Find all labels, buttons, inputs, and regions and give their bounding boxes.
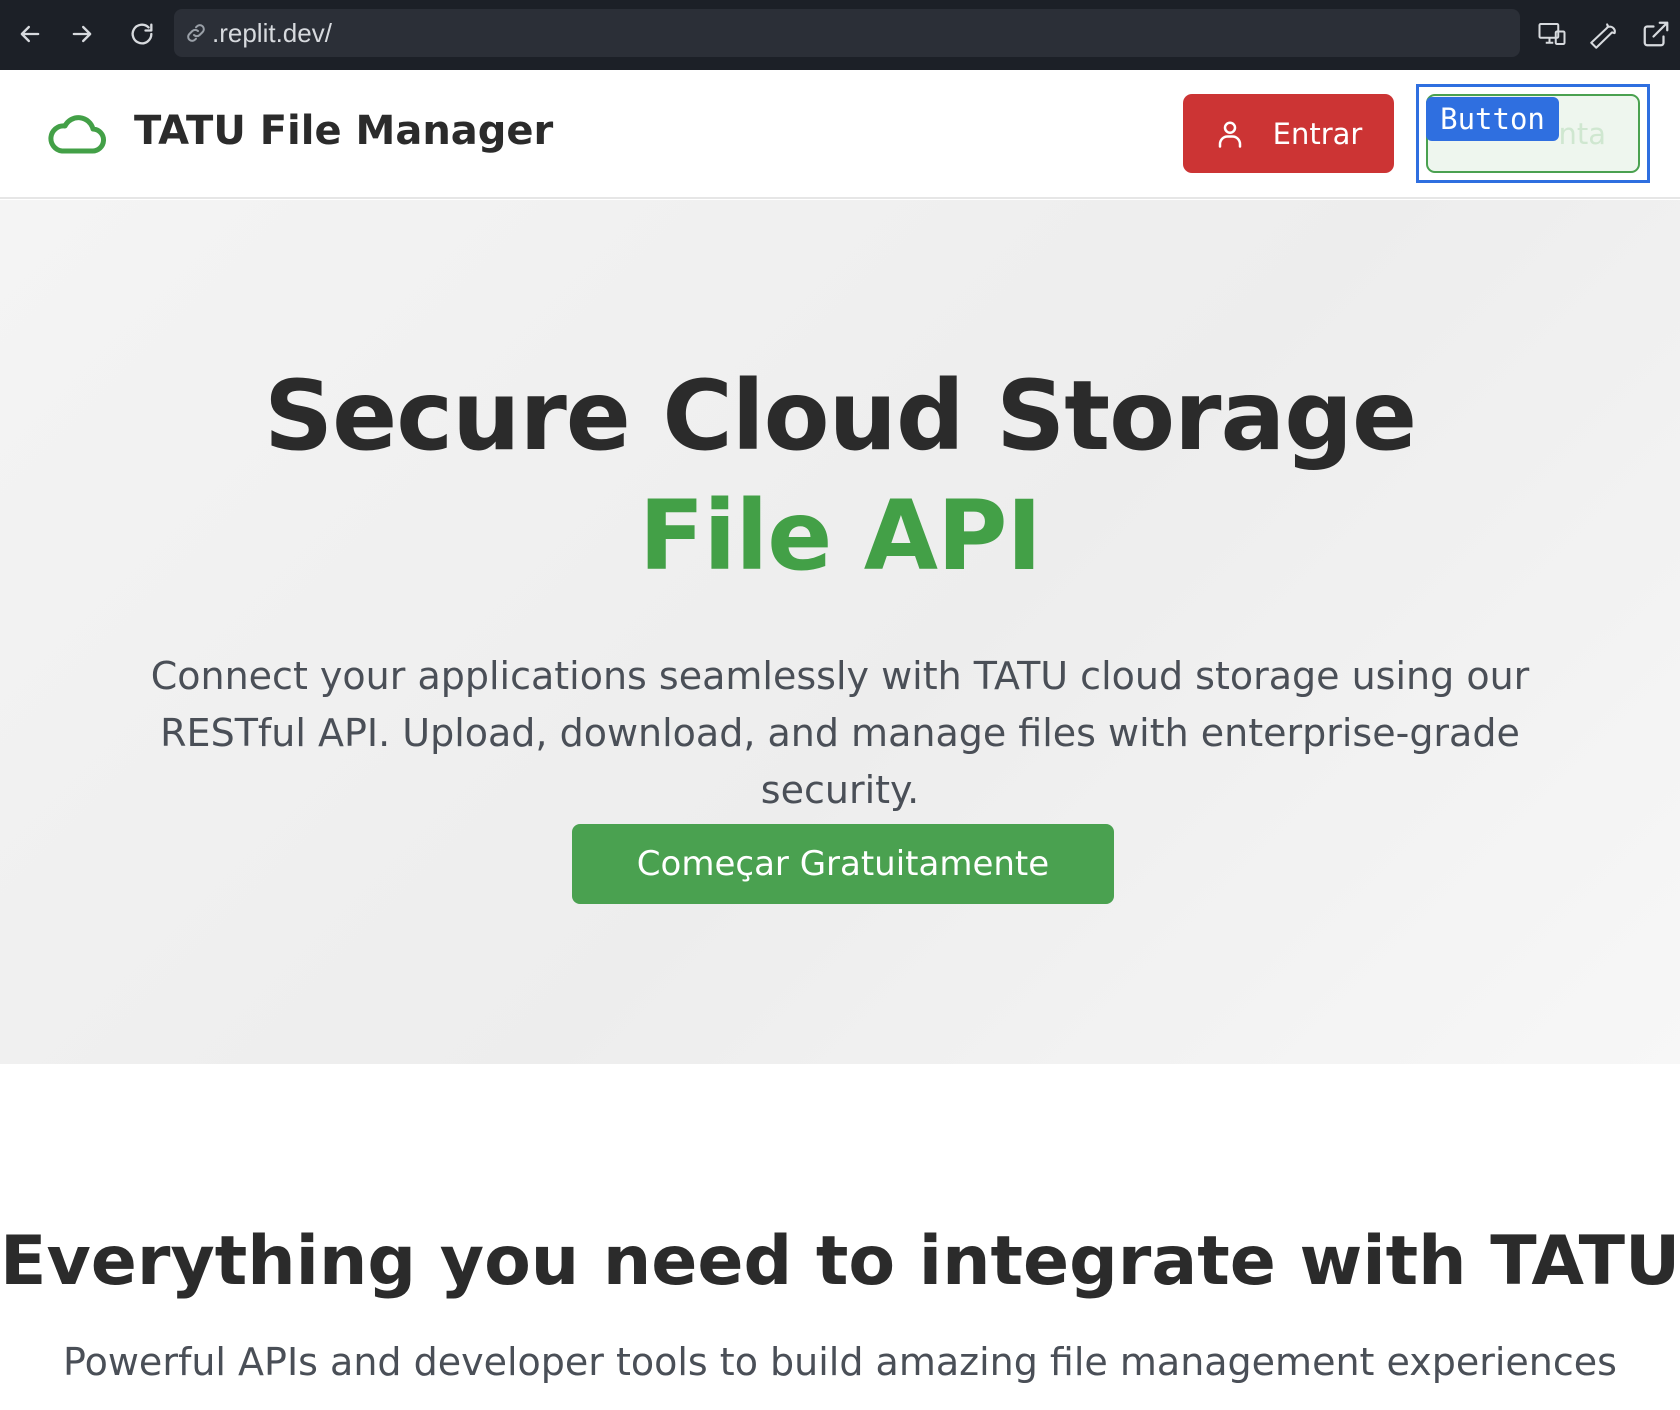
back-button[interactable] (10, 14, 50, 54)
open-external-button[interactable] (1636, 14, 1676, 54)
get-started-button[interactable]: Começar Gratuitamente (572, 824, 1114, 904)
link-icon (187, 24, 205, 42)
browser-toolbar: .replit.dev/ (0, 0, 1680, 70)
element-type-tag: Button (1426, 97, 1559, 141)
hero-title: Secure Cloud Storage (263, 360, 1417, 472)
app-header: TATU File Manager Entrar nta Button (0, 70, 1680, 199)
tools-button[interactable] (1585, 14, 1625, 54)
forward-button[interactable] (62, 14, 102, 54)
signup-button-label: nta (1558, 116, 1606, 151)
user-icon (1218, 121, 1241, 148)
arrow-right-icon (72, 25, 92, 43)
devices-button[interactable] (1532, 14, 1572, 54)
devices-icon (1538, 23, 1566, 45)
login-button[interactable]: Entrar (1183, 94, 1394, 173)
hero-section: Secure Cloud Storage File API Connect yo… (0, 200, 1680, 1064)
cloud-icon (48, 115, 106, 154)
url-text: .replit.dev/ (212, 17, 332, 48)
features-subtitle: Powerful APIs and developer tools to bui… (63, 1340, 1617, 1384)
address-bar[interactable]: .replit.dev/ (174, 9, 1520, 57)
external-link-icon (1643, 21, 1669, 47)
hero-accent-title: File API (638, 480, 1042, 592)
brand-title: TATU File Manager (134, 108, 554, 154)
arrow-left-icon (20, 25, 40, 43)
wrench-icon (1590, 23, 1616, 49)
reload-button[interactable] (122, 14, 162, 54)
hero-description: Connect your applications seamlessly wit… (150, 654, 1530, 812)
reload-icon (131, 23, 153, 45)
features-title: Everything you need to integrate with TA… (0, 1222, 1680, 1301)
login-button-label: Entrar (1272, 116, 1363, 151)
